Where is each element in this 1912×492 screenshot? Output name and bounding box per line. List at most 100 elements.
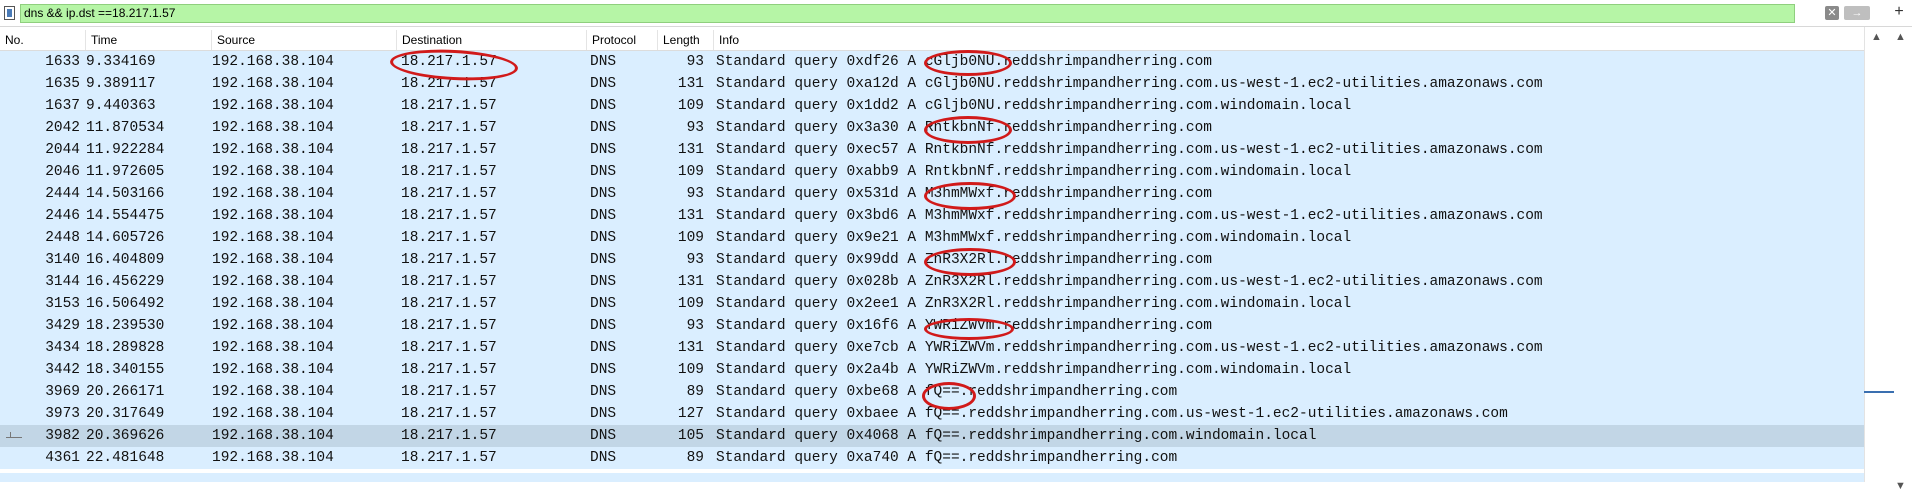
- annotation-circle-label-4: [924, 248, 1016, 276]
- cell-len: 93: [686, 186, 704, 202]
- column-header-info[interactable]: Info: [714, 30, 1864, 50]
- cell-dst: 18.217.1.57: [401, 252, 497, 268]
- cell-no: 4361: [45, 450, 80, 466]
- cell-src: 192.168.38.104: [212, 142, 334, 158]
- cell-time: 16.506492: [86, 296, 165, 312]
- display-filter-input[interactable]: dns && ip.dst ==18.217.1.57: [20, 4, 1795, 23]
- column-header-length[interactable]: Length: [658, 30, 714, 50]
- minimap-up-icon[interactable]: ▲: [1895, 31, 1906, 43]
- cell-len: 89: [686, 450, 704, 466]
- column-header-source[interactable]: Source: [212, 30, 397, 50]
- cell-no: 2446: [45, 208, 80, 224]
- column-header-no[interactable]: No.: [0, 30, 86, 50]
- cell-len: 131: [677, 340, 704, 356]
- cell-time: 11.972605: [86, 164, 165, 180]
- packet-row[interactable]: 3144 16.456229 192.168.38.104 18.217.1.57 DN…: [0, 271, 1864, 293]
- packet-row[interactable]: 2044 11.922284 192.168.38.104 18.217.1.57 DN…: [0, 139, 1864, 161]
- cell-src: 192.168.38.104: [212, 98, 334, 114]
- annotation-circle-label-6: [922, 382, 976, 410]
- cell-info: Standard query 0x2ee1 A ZnR3X2Rl.reddshr…: [716, 296, 1352, 312]
- cell-src: 192.168.38.104: [212, 318, 334, 334]
- packet-row[interactable]: 3442 18.340155 192.168.38.104 18.217.1.57 DN…: [0, 359, 1864, 381]
- packet-row[interactable]: 3434 18.289828 192.168.38.104 18.217.1.57 DN…: [0, 337, 1864, 359]
- column-header-destination[interactable]: Destination: [397, 30, 587, 50]
- filter-bookmark-icon[interactable]: [4, 6, 15, 20]
- cell-time: 18.289828: [86, 340, 165, 356]
- cell-time: 14.605726: [86, 230, 165, 246]
- cell-time: 11.870534: [86, 120, 165, 136]
- cell-len: 105: [677, 428, 704, 444]
- cell-no: 2444: [45, 186, 80, 202]
- cell-time: 9.389117: [86, 76, 156, 92]
- cell-len: 131: [677, 76, 704, 92]
- cell-len: 109: [677, 164, 704, 180]
- cell-no: 2042: [45, 120, 80, 136]
- cell-no: 1633: [45, 54, 80, 70]
- cell-time: 18.340155: [86, 362, 165, 378]
- cell-dst: 18.217.1.57: [401, 406, 497, 422]
- packet-row[interactable]: 1635 9.389117 192.168.38.104 18.217.1.57 DNS…: [0, 73, 1864, 95]
- cell-len: 93: [686, 54, 704, 70]
- cell-time: 11.922284: [86, 142, 165, 158]
- cell-proto: DNS: [590, 120, 617, 136]
- scroll-up-icon[interactable]: ▲: [1871, 31, 1882, 43]
- cell-dst: 18.217.1.57: [401, 296, 497, 312]
- cell-dst: 18.217.1.57: [401, 318, 497, 334]
- cell-info: Standard query 0xa12d A cGljb0NU.reddshr…: [716, 76, 1543, 92]
- packet-list-scrollbar[interactable]: ▲: [1864, 27, 1888, 482]
- cell-time: 16.456229: [86, 274, 165, 290]
- cell-src: 192.168.38.104: [212, 296, 334, 312]
- cell-dst: 18.217.1.57: [401, 120, 497, 136]
- packet-row[interactable]: 2448 14.605726 192.168.38.104 18.217.1.57 DN…: [0, 227, 1864, 249]
- cell-info: Standard query 0x2a4b A YWRiZWVm.reddshr…: [716, 362, 1352, 378]
- cell-src: 192.168.38.104: [212, 230, 334, 246]
- cell-len: 89: [686, 384, 704, 400]
- cell-dst: 18.217.1.57: [401, 340, 497, 356]
- packet-row[interactable]: 1637 9.440363 192.168.38.104 18.217.1.57 DNS…: [0, 95, 1864, 117]
- cell-src: 192.168.38.104: [212, 120, 334, 136]
- cell-src: 192.168.38.104: [212, 340, 334, 356]
- cell-len: 93: [686, 252, 704, 268]
- cell-no: 3973: [45, 406, 80, 422]
- clear-filter-icon[interactable]: ✕: [1825, 6, 1839, 20]
- cell-proto: DNS: [590, 98, 617, 114]
- packet-row[interactable]: 2046 11.972605 192.168.38.104 18.217.1.57 DN…: [0, 161, 1864, 183]
- cell-no: 3434: [45, 340, 80, 356]
- packet-row[interactable]: 4361 22.481648 192.168.38.104 18.217.1.57 DN…: [0, 447, 1864, 469]
- cell-proto: DNS: [590, 362, 617, 378]
- cell-time: 20.317649: [86, 406, 165, 422]
- cell-no: 2046: [45, 164, 80, 180]
- column-header-time[interactable]: Time: [86, 30, 212, 50]
- cell-no: 3153: [45, 296, 80, 312]
- cell-dst: 18.217.1.57: [401, 164, 497, 180]
- annotation-circle-label-2: [924, 116, 1012, 144]
- cell-no: 1637: [45, 98, 80, 114]
- cell-proto: DNS: [590, 54, 617, 70]
- apply-filter-icon[interactable]: →: [1844, 6, 1870, 20]
- cell-info: Standard query 0xbaee A fQ==.reddshrimpa…: [716, 406, 1508, 422]
- cell-info: Standard query 0x9e21 A M3hmMWxf.reddshr…: [716, 230, 1352, 246]
- packet-row[interactable]: 3153 16.506492 192.168.38.104 18.217.1.57 DN…: [0, 293, 1864, 315]
- column-header-protocol[interactable]: Protocol: [587, 30, 658, 50]
- cell-proto: DNS: [590, 142, 617, 158]
- cell-dst: 18.217.1.57: [401, 186, 497, 202]
- cell-src: 192.168.38.104: [212, 384, 334, 400]
- packet-row[interactable]: 3982 20.369626 192.168.38.104 18.217.1.57 DN…: [0, 425, 1864, 447]
- cell-time: 20.266171: [86, 384, 165, 400]
- cell-no: 3140: [45, 252, 80, 268]
- cell-time: 22.481648: [86, 450, 165, 466]
- cell-dst: 18.217.1.57: [401, 208, 497, 224]
- packet-row-partial[interactable]: [0, 473, 1864, 482]
- cell-src: 192.168.38.104: [212, 76, 334, 92]
- cell-src: 192.168.38.104: [212, 450, 334, 466]
- packet-row[interactable]: 2446 14.554475 192.168.38.104 18.217.1.57 DN…: [0, 205, 1864, 227]
- cell-time: 9.440363: [86, 98, 156, 114]
- scroll-position-marker: [1864, 391, 1894, 393]
- cell-time: 18.239530: [86, 318, 165, 334]
- add-filter-button-icon[interactable]: +: [1892, 3, 1906, 21]
- cell-no: 3442: [45, 362, 80, 378]
- cell-info: Standard query 0xa740 A fQ==.reddshrimpa…: [716, 450, 1178, 466]
- cell-proto: DNS: [590, 230, 617, 246]
- cell-len: 127: [677, 406, 704, 422]
- minimap-strip[interactable]: ▲ ▼: [1888, 27, 1912, 492]
